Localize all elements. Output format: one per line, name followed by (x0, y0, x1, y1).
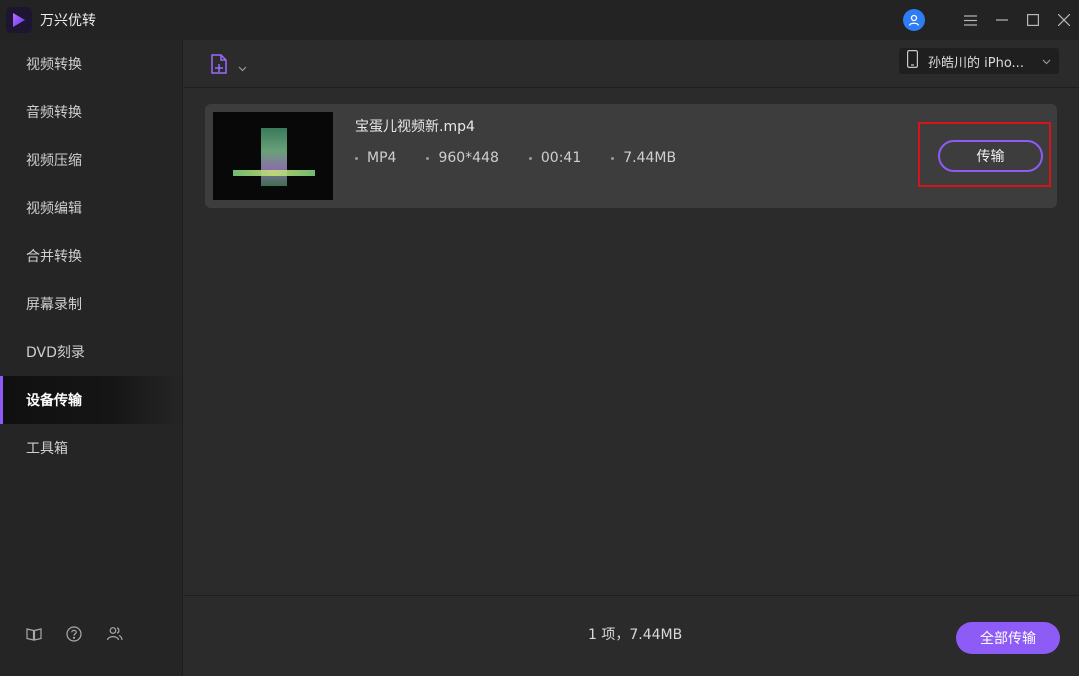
close-icon[interactable] (1048, 0, 1079, 40)
footer-summary: 1 项，7.44MB (588, 627, 683, 643)
sidebar-item-dvd-burn[interactable]: DVD刻录 (0, 328, 182, 376)
device-select-label: 孙皓川的 iPho... (928, 55, 1024, 71)
sidebar-item-device-transfer[interactable]: 设备传输 (0, 376, 182, 424)
video-thumbnail[interactable] (213, 112, 333, 200)
transfer-all-button[interactable]: 全部传输 (956, 622, 1060, 654)
transfer-button[interactable]: 传输 (938, 140, 1043, 172)
app-logo-icon (6, 7, 32, 33)
phone-icon (907, 50, 919, 72)
main-toolbar: 孙皓川的 iPho... (184, 40, 1079, 88)
file-resolution: 960*448 (426, 150, 499, 166)
file-meta: MP4 960*448 00:41 7.44MB (355, 150, 706, 166)
title-bar: 万兴优转 (0, 0, 1079, 40)
add-file-button[interactable] (210, 53, 247, 79)
sidebar: 视频转换 音频转换 视频压缩 视频编辑 合并转换 屏幕录制 DVD刻录 设备传输… (0, 40, 183, 676)
sidebar-item-merge-convert[interactable]: 合并转换 (0, 232, 182, 280)
chevron-down-icon[interactable] (238, 57, 247, 76)
sidebar-item-video-compress[interactable]: 视频压缩 (0, 136, 182, 184)
minimize-icon[interactable] (986, 0, 1017, 40)
sidebar-item-toolbox[interactable]: 工具箱 (0, 424, 182, 472)
device-select[interactable]: 孙皓川的 iPho... (899, 48, 1059, 74)
user-avatar-icon[interactable] (903, 9, 925, 31)
file-size: 7.44MB (611, 150, 676, 166)
file-format: MP4 (355, 150, 396, 166)
chevron-down-icon (1042, 54, 1051, 69)
add-file-icon (210, 53, 230, 79)
thumbnail-caption (233, 170, 315, 176)
help-icon[interactable] (66, 626, 82, 646)
sidebar-item-audio-convert[interactable]: 音频转换 (0, 88, 182, 136)
maximize-icon[interactable] (1017, 0, 1048, 40)
thumbnail-figure (261, 128, 287, 186)
menu-icon[interactable] (955, 0, 986, 40)
file-name: 宝蛋儿视频新.mp4 (355, 119, 475, 135)
users-icon[interactable] (106, 626, 123, 646)
sidebar-item-video-edit[interactable]: 视频编辑 (0, 184, 182, 232)
sidebar-item-video-convert[interactable]: 视频转换 (0, 40, 182, 88)
sidebar-item-screen-record[interactable]: 屏幕录制 (0, 280, 182, 328)
file-card[interactable]: 宝蛋儿视频新.mp4 MP4 960*448 00:41 7.44MB 传输 (205, 104, 1057, 208)
book-icon[interactable] (26, 626, 42, 646)
app-title: 万兴优转 (40, 13, 96, 29)
file-duration: 00:41 (528, 150, 581, 166)
footer-bar: 1 项，7.44MB 全部传输 (184, 595, 1079, 676)
